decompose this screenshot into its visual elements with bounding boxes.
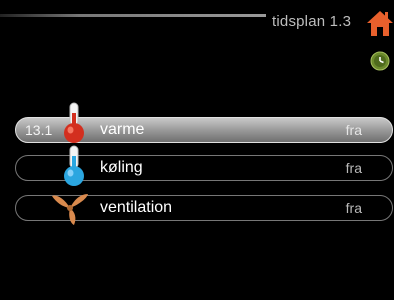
menu-item-value: fra: [345, 122, 362, 138]
menu-item-value: fra: [345, 200, 362, 216]
thermometer-blue-icon: [64, 145, 84, 186]
header-divider: [0, 14, 266, 17]
menu-item-label: ventilation: [100, 199, 173, 216]
menu-item-number: 13.1: [25, 122, 53, 138]
thermometer-red-icon: [64, 102, 84, 143]
clock-icon: [370, 51, 390, 71]
home-icon[interactable]: [366, 9, 394, 37]
fan-icon: [52, 194, 88, 225]
page-title: tidsplan 1.3: [272, 13, 352, 30]
menu-item-label: varme: [100, 121, 145, 138]
menu-item-label: køling: [100, 159, 143, 176]
menu-item-value: fra: [345, 160, 362, 176]
